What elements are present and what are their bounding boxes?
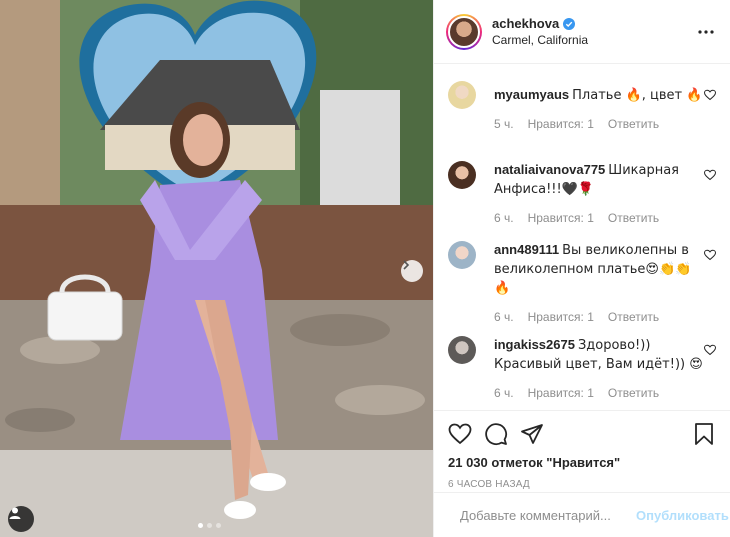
post-location[interactable]: Carmel, California	[492, 33, 694, 47]
reply-button[interactable]: Ответить	[608, 209, 659, 227]
comment-likes[interactable]: Нравится: 1	[528, 384, 594, 402]
comment-text: Платье 🔥, цвет 🔥	[572, 88, 703, 103]
author-info: achekhova Carmel, California	[492, 16, 694, 47]
carousel-next-button[interactable]	[401, 260, 423, 282]
post-side-panel: achekhova Carmel, California myaumyaus Пл…	[433, 0, 730, 537]
carousel-indicator	[198, 523, 221, 528]
comment-time[interactable]: 5 ч.	[494, 115, 514, 133]
comment-likes[interactable]: Нравится: 1	[528, 209, 594, 227]
commenter-username[interactable]: ann489111	[494, 242, 559, 257]
carousel-dot	[216, 523, 221, 528]
author-username-row: achekhova	[492, 16, 694, 31]
comment-likes[interactable]: Нравится: 1	[528, 308, 594, 326]
more-options-button[interactable]	[694, 20, 718, 44]
publish-button[interactable]: Опубликовать	[636, 508, 729, 523]
chevron-right-icon	[403, 260, 410, 270]
comment-meta: 6 ч. Нравится: 1 Ответить	[494, 209, 704, 227]
comment-item: myaumyaus Платье 🔥, цвет 🔥 5 ч. Нравится:…	[448, 81, 716, 161]
reply-button[interactable]: Ответить	[608, 384, 659, 402]
comment-time[interactable]: 6 ч.	[494, 384, 514, 402]
post-actions: 21 030 отметок "Нравится" 6 часов назад	[434, 410, 730, 490]
comment-meta: 5 ч. Нравится: 1 Ответить	[494, 115, 704, 133]
reply-button[interactable]: Ответить	[608, 308, 659, 326]
post-header: achekhova Carmel, California	[434, 0, 730, 64]
carousel-dot	[198, 523, 203, 528]
comment-time[interactable]: 6 ч.	[494, 209, 514, 227]
reply-button[interactable]: Ответить	[608, 115, 659, 133]
heart-icon[interactable]	[448, 422, 472, 446]
comment-item: ingakiss2675 Здорово!)) Красивый цвет, Ва…	[448, 336, 716, 410]
comment-body: ann489111 Вы великолепны в великолепном п…	[494, 241, 704, 336]
like-count[interactable]: 21 030 отметок "Нравится"	[448, 455, 716, 470]
comment-body: nataliaivanova775 Шикарная Анфиса!!!🖤🌹 6 …	[494, 161, 704, 241]
add-comment-bar: Опубликовать	[434, 492, 730, 537]
comment-item: ann489111 Вы великолепны в великолепном п…	[448, 241, 716, 336]
commenter-username[interactable]: nataliaivanova775	[494, 162, 605, 177]
post-timestamp[interactable]: 6 часов назад	[448, 479, 716, 490]
bookmark-icon[interactable]	[692, 422, 716, 446]
more-options-icon	[698, 29, 714, 34]
person-icon	[9, 507, 21, 519]
commenter-avatar[interactable]	[448, 241, 476, 269]
comment-time[interactable]: 6 ч.	[494, 308, 514, 326]
avatar-image	[448, 15, 480, 48]
comment-input[interactable]	[460, 507, 636, 523]
comments-list[interactable]: myaumyaus Платье 🔥, цвет 🔥 5 ч. Нравится:…	[434, 65, 730, 410]
comment-body: myaumyaus Платье 🔥, цвет 🔥 5 ч. Нравится:…	[494, 81, 704, 161]
comment-like-icon[interactable]	[704, 344, 716, 356]
comment-like-icon[interactable]	[704, 89, 716, 101]
comment-likes[interactable]: Нравится: 1	[528, 115, 594, 133]
commenter-username[interactable]: ingakiss2675	[494, 337, 575, 352]
tagged-users-button[interactable]	[8, 506, 34, 532]
post-photo[interactable]	[0, 0, 433, 537]
comment-item: nataliaivanova775 Шикарная Анфиса!!!🖤🌹 6 …	[448, 161, 716, 241]
action-icons-row	[448, 414, 716, 454]
comment-meta: 6 ч. Нравится: 1 Ответить	[494, 308, 704, 326]
comment-bubble-icon[interactable]	[484, 422, 508, 446]
author-username[interactable]: achekhova	[492, 16, 559, 31]
commenter-avatar[interactable]	[448, 336, 476, 364]
carousel-dot	[207, 523, 212, 528]
commenter-avatar[interactable]	[448, 161, 476, 189]
commenter-username[interactable]: myaumyaus	[494, 87, 569, 102]
comment-like-icon[interactable]	[704, 249, 716, 261]
avatar[interactable]	[446, 13, 482, 50]
comment-like-icon[interactable]	[704, 169, 716, 181]
comment-body: ingakiss2675 Здорово!)) Красивый цвет, Ва…	[494, 336, 704, 410]
paper-plane-icon[interactable]	[520, 422, 544, 446]
commenter-avatar[interactable]	[448, 81, 476, 109]
comment-meta: 6 ч. Нравится: 1 Ответить	[494, 384, 704, 402]
photo-illustration	[0, 0, 433, 537]
verified-badge-icon	[563, 17, 576, 30]
